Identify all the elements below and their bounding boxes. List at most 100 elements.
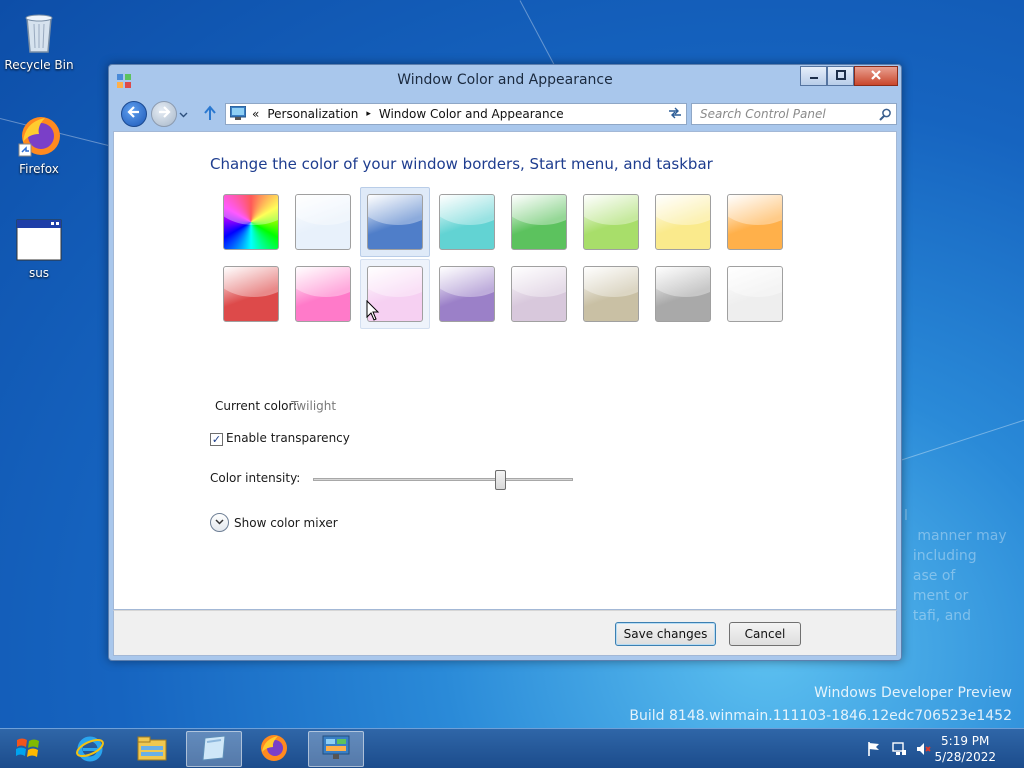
maximize-button[interactable] (827, 66, 854, 86)
color-swatch-chocolate[interactable] (648, 259, 718, 329)
desktop-icon-label: Firefox (19, 162, 59, 176)
color-swatch-chocolate-tile (655, 266, 711, 322)
internet-explorer-icon (75, 733, 105, 766)
up-button[interactable] (203, 105, 217, 124)
breadcrumb-window-color[interactable]: Window Color and Appearance (379, 107, 564, 121)
forward-arrow-icon (157, 105, 171, 123)
firefox-icon (15, 112, 63, 160)
page-heading: Change the color of your window borders,… (210, 155, 713, 173)
color-swatch-ruby[interactable] (216, 259, 286, 329)
taskbar-clock[interactable]: 5:19 PM 5/28/2022 (934, 733, 996, 765)
window-app-icon (15, 216, 63, 264)
desktop-icon-firefox[interactable]: Firefox (1, 112, 77, 176)
back-arrow-icon (127, 105, 141, 123)
cancel-button[interactable]: Cancel (729, 622, 801, 646)
title-bar[interactable]: Window Color and Appearance (109, 65, 901, 97)
taskbar: 5:19 PM 5/28/2022 (0, 728, 1024, 768)
back-button[interactable] (121, 101, 147, 127)
volume-muted-icon[interactable] (916, 741, 932, 757)
color-swatch-taupe[interactable] (576, 259, 646, 329)
color-swatch-twilight[interactable] (360, 187, 430, 257)
navigation-bar: « Personalization ▸ Window Color and App… (115, 99, 897, 129)
refresh-icon (668, 107, 682, 122)
taskbar-internet-explorer[interactable] (62, 731, 118, 767)
color-swatch-lime-tile (583, 194, 639, 250)
address-overflow-icon[interactable]: « (252, 107, 259, 121)
color-swatch-frost-tile (727, 266, 783, 322)
color-swatch-lavender[interactable] (504, 259, 574, 329)
color-swatch-sky-tile (295, 194, 351, 250)
show-color-mixer-label[interactable]: Show color mixer (234, 516, 338, 530)
current-color-value: Twilight (291, 399, 337, 413)
close-button[interactable] (854, 66, 898, 86)
taskbar-app-window[interactable] (186, 731, 242, 767)
color-swatch-lime[interactable] (576, 187, 646, 257)
enable-transparency-checkbox[interactable]: ✓ (210, 433, 223, 446)
desktop-icon-label: sus (28, 266, 50, 280)
color-intensity-label: Color intensity: (210, 471, 301, 485)
color-intensity-slider-thumb[interactable] (495, 470, 507, 490)
desktop-icon-label: Recycle Bin (4, 58, 74, 72)
address-bar[interactable]: « Personalization ▸ Window Color and App… (225, 103, 681, 125)
clock-time: 5:19 PM (941, 734, 990, 748)
color-swatch-fuchsia-tile (295, 266, 351, 322)
color-swatch-sky[interactable] (288, 187, 358, 257)
watermark-build: Build 8148.winmain.111103-1846.12edc7065… (629, 708, 1012, 724)
color-swatch-twilight-tile (367, 194, 423, 250)
window-app-icon (199, 734, 229, 765)
chevron-down-icon (215, 517, 224, 529)
minimize-icon (809, 69, 819, 83)
recent-pages-button[interactable] (179, 108, 188, 122)
color-swatch-sea-foam-tile (439, 194, 495, 250)
desktop-ghost-text: l manner may including ase of ment or ta… (904, 508, 1007, 624)
search-input[interactable]: Search Control Panel (691, 103, 897, 125)
enable-transparency-label[interactable]: Enable transparency (226, 431, 350, 445)
save-changes-button[interactable]: Save changes (615, 622, 716, 646)
action-center-flag-icon[interactable] (866, 741, 882, 757)
color-swatch-sea-foam[interactable] (432, 187, 502, 257)
window-title: Window Color and Appearance (397, 72, 613, 88)
color-swatch-ruby-tile (223, 266, 279, 322)
color-swatch-leaf[interactable] (504, 187, 574, 257)
start-button[interactable] (0, 731, 56, 767)
content-pane: Change the color of your window borders,… (113, 131, 897, 610)
desktop-icon-sus[interactable]: sus (1, 216, 77, 280)
color-swatch-fuchsia[interactable] (288, 259, 358, 329)
recycle-bin-icon (15, 8, 63, 56)
refresh-button[interactable] (663, 103, 687, 125)
control-panel-icon (229, 105, 247, 123)
color-swatch-rainbow-tile (223, 194, 279, 250)
color-swatch-pumpkin[interactable] (720, 187, 790, 257)
maximize-icon (835, 69, 846, 83)
color-swatch-leaf-tile (511, 194, 567, 250)
file-explorer-icon (136, 734, 168, 765)
control-panel-icon (321, 734, 351, 765)
mouse-cursor-icon (366, 299, 380, 325)
show-color-mixer-button[interactable] (210, 513, 229, 532)
color-swatch-lemon-tile (655, 194, 711, 250)
up-arrow-icon (203, 105, 217, 124)
taskbar-firefox[interactable] (246, 731, 302, 767)
search-icon[interactable] (879, 108, 892, 124)
chevron-down-icon (179, 108, 188, 122)
forward-button[interactable] (151, 101, 177, 127)
color-swatch-frost[interactable] (720, 259, 790, 329)
start-orb-icon (14, 734, 42, 765)
network-icon[interactable] (891, 741, 907, 757)
color-swatch-lemon[interactable] (648, 187, 718, 257)
breadcrumb-separator-icon[interactable]: ▸ (366, 109, 371, 119)
color-swatch-rainbow[interactable] (216, 187, 286, 257)
color-swatch-violet[interactable] (432, 259, 502, 329)
color-swatch-pumpkin-tile (727, 194, 783, 250)
watermark-title: Windows Developer Preview (814, 685, 1012, 701)
minimize-button[interactable] (800, 66, 827, 86)
taskbar-control-panel[interactable] (308, 731, 364, 767)
color-intensity-slider[interactable] (313, 478, 573, 481)
color-swatch-taupe-tile (583, 266, 639, 322)
control-panel-window: Window Color and Appearance « Personaliz… (108, 64, 902, 661)
clock-date: 5/28/2022 (934, 750, 996, 764)
breadcrumb-personalization[interactable]: Personalization (267, 107, 358, 121)
desktop-streak (899, 416, 1024, 461)
taskbar-file-explorer[interactable] (124, 731, 180, 767)
desktop-icon-recycle-bin[interactable]: Recycle Bin (1, 8, 77, 72)
